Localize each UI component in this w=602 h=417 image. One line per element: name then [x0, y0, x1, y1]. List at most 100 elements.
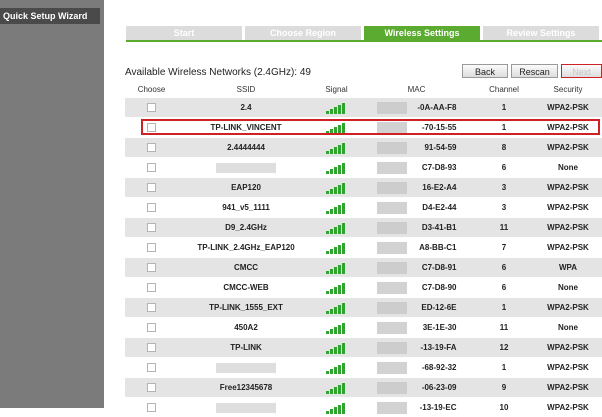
choose-checkbox[interactable] — [147, 383, 156, 392]
security-cell: None — [534, 158, 602, 178]
signal-bar — [338, 325, 341, 334]
ssid-cell: EAP120 — [178, 178, 314, 198]
mac-text: -70-15-55 — [422, 122, 457, 134]
steps-divider — [126, 40, 602, 42]
security-cell: WPA2-PSK — [534, 238, 602, 258]
signal-bar — [338, 245, 341, 254]
header-signal: Signal — [314, 82, 359, 98]
choose-checkbox[interactable] — [147, 103, 156, 112]
choose-checkbox[interactable] — [147, 143, 156, 152]
table-row[interactable]: CMCCC7-D8-916WPA — [125, 258, 602, 278]
header-security: Security — [534, 82, 602, 98]
ssid-cell: CMCC — [178, 258, 314, 278]
table-row[interactable]: -68-92-321WPA2-PSK — [125, 358, 602, 378]
signal-bar — [338, 385, 341, 394]
choose-checkbox[interactable] — [147, 283, 156, 292]
signal-bar — [338, 265, 341, 274]
signal-cell — [314, 98, 359, 118]
signal-bar — [326, 211, 329, 214]
signal-bar — [334, 387, 337, 394]
channel-cell: 3 — [474, 198, 534, 218]
signal-bar — [342, 283, 345, 294]
signal-cell — [314, 278, 359, 298]
mac-cell: 91-54-59 — [359, 138, 474, 158]
table-row[interactable]: 2.444444491-54-598WPA2-PSK — [125, 138, 602, 158]
table-row[interactable]: D9_2.4GHzD3-41-B111WPA2-PSK — [125, 218, 602, 238]
rescan-button[interactable]: Rescan — [511, 64, 558, 78]
table-row[interactable]: 2.4-0A-AA-F81WPA2-PSK — [125, 98, 602, 118]
choose-cell — [125, 358, 178, 378]
choose-checkbox[interactable] — [147, 203, 156, 212]
ssid-cell — [178, 358, 314, 378]
ssid-cell: CMCC-WEB — [178, 278, 314, 298]
table-row[interactable]: -13-19-EC10WPA2-PSK — [125, 398, 602, 417]
choose-checkbox[interactable] — [147, 263, 156, 272]
mac-redacted — [377, 342, 407, 354]
table-row[interactable]: C7-D8-936None — [125, 158, 602, 178]
mac-text: C7-D8-91 — [422, 262, 457, 274]
choose-checkbox[interactable] — [147, 163, 156, 172]
signal-bar — [338, 105, 341, 114]
signal-bar — [342, 123, 345, 134]
sidebar-item-quick-setup-wizard[interactable]: Quick Setup Wizard — [0, 8, 100, 24]
security-cell: WPA2-PSK — [534, 358, 602, 378]
security-cell: WPA2-PSK — [534, 98, 602, 118]
mac-redacted — [377, 262, 407, 274]
signal-bar — [330, 149, 333, 154]
signal-bar — [338, 125, 341, 134]
channel-cell: 11 — [474, 218, 534, 238]
table-row[interactable]: 941_v5_1111D4-E2-443WPA2-PSK — [125, 198, 602, 218]
back-button[interactable]: Back — [462, 64, 508, 78]
mac-cell: C7-D8-93 — [359, 158, 474, 178]
signal-bar — [342, 343, 345, 354]
security-cell: WPA — [534, 258, 602, 278]
choose-checkbox[interactable] — [147, 243, 156, 252]
signal-strength-icon — [326, 322, 348, 334]
table-row[interactable]: 450A23E-1E-3011None — [125, 318, 602, 338]
choose-checkbox[interactable] — [147, 343, 156, 352]
ssid-redacted — [216, 363, 276, 373]
security-cell: WPA2-PSK — [534, 178, 602, 198]
mac-text: ED-12-6E — [421, 302, 456, 314]
choose-checkbox[interactable] — [147, 323, 156, 332]
signal-bar — [330, 349, 333, 354]
choose-checkbox[interactable] — [147, 123, 156, 132]
signal-bar — [326, 331, 329, 334]
choose-checkbox[interactable] — [147, 363, 156, 372]
mac-text: D3-41-B1 — [422, 222, 457, 234]
signal-bar — [330, 309, 333, 314]
signal-bar — [334, 207, 337, 214]
table-row[interactable]: TP-LINK-13-19-FA12WPA2-PSK — [125, 338, 602, 358]
step-wireless-settings: Wireless Settings — [364, 26, 480, 40]
mac-text: D4-E2-44 — [422, 202, 456, 214]
signal-bar — [330, 289, 333, 294]
ssid-text: TP-LINK_VINCENT — [210, 123, 281, 132]
signal-bar — [334, 167, 337, 174]
choose-cell — [125, 138, 178, 158]
signal-bar — [342, 223, 345, 234]
table-row[interactable]: TP-LINK_1555_EXTED-12-6E1WPA2-PSK — [125, 298, 602, 318]
channel-cell: 8 — [474, 138, 534, 158]
table-row[interactable]: CMCC-WEBC7-D8-906None — [125, 278, 602, 298]
table-row[interactable]: TP-LINK_2.4GHz_EAP120A8-BB-C17WPA2-PSK — [125, 238, 602, 258]
signal-cell — [314, 238, 359, 258]
mac-redacted — [377, 122, 407, 134]
ssid-cell: TP-LINK — [178, 338, 314, 358]
signal-strength-icon — [326, 222, 348, 234]
mac-text: 3E-1E-30 — [423, 322, 457, 334]
table-row[interactable]: TP-LINK_VINCENT-70-15-551WPA2-PSK — [125, 118, 602, 138]
choose-checkbox[interactable] — [147, 183, 156, 192]
step-review-settings: Review Settings — [483, 26, 599, 40]
header-ssid: SSID — [178, 82, 314, 98]
mac-redacted — [377, 302, 407, 314]
signal-bar — [330, 129, 333, 134]
signal-bar — [326, 131, 329, 134]
choose-checkbox[interactable] — [147, 303, 156, 312]
signal-bar — [342, 323, 345, 334]
mac-cell: -0A-AA-F8 — [359, 98, 474, 118]
table-row[interactable]: EAP12016-E2-A43WPA2-PSK — [125, 178, 602, 198]
choose-checkbox[interactable] — [147, 223, 156, 232]
table-row[interactable]: Free12345678-06-23-099WPA2-PSK — [125, 378, 602, 398]
signal-bar — [326, 391, 329, 394]
next-button[interactable]: Next — [561, 64, 602, 78]
